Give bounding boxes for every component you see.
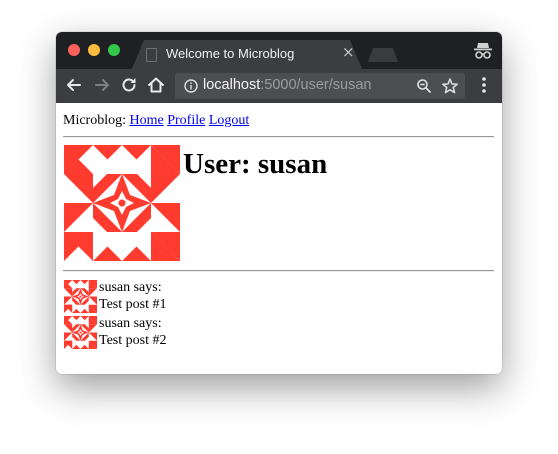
url-path: :5000/user/susan <box>260 77 372 93</box>
top-nav: Microblog: Home Profile Logout <box>63 113 249 129</box>
tab-title: Welcome to Microblog <box>166 46 295 61</box>
user-avatar <box>64 145 180 261</box>
page-content: Microblog: Home Profile Logout User: sus… <box>56 103 502 374</box>
maximize-window-button[interactable] <box>108 44 120 56</box>
browser-toolbar: localhost:5000/user/susan <box>56 69 502 103</box>
new-tab-button[interactable] <box>368 48 398 62</box>
address-bar[interactable]: localhost:5000/user/susan <box>175 73 465 99</box>
tab-close-icon[interactable]: × <box>342 43 355 61</box>
post-avatar <box>64 280 97 313</box>
forward-icon[interactable] <box>91 74 113 96</box>
info-icon[interactable] <box>184 79 198 93</box>
divider <box>63 136 494 138</box>
post-avatar <box>64 316 97 349</box>
home-icon[interactable] <box>145 74 167 96</box>
page-title: User: susan <box>183 148 328 180</box>
post-author: susan says: <box>99 280 162 295</box>
divider <box>63 270 494 272</box>
post-body: Test post #2 <box>99 333 167 348</box>
post-body: Test post #1 <box>99 297 167 312</box>
url-host: localhost <box>203 77 261 93</box>
url-text[interactable]: localhost:5000/user/susan <box>203 77 371 93</box>
zoom-icon[interactable] <box>416 78 432 94</box>
reload-icon[interactable] <box>118 74 140 96</box>
title-bar: Welcome to Microblog × <box>56 32 502 69</box>
site-brand: Microblog: <box>63 113 126 128</box>
minimize-window-button[interactable] <box>88 44 100 56</box>
nav-link-home[interactable]: Home <box>130 113 164 128</box>
active-tab[interactable]: Welcome to Microblog × <box>132 40 362 69</box>
post-item: susan says: Test post #2 <box>64 315 484 349</box>
incognito-icon <box>474 43 492 59</box>
post-item: susan says: Test post #1 <box>64 279 484 313</box>
page-icon <box>146 48 157 62</box>
browser-window: Welcome to Microblog × localhost:5000/us… <box>56 32 502 374</box>
close-window-button[interactable] <box>68 44 80 56</box>
post-author: susan says: <box>99 316 162 331</box>
bookmark-star-icon[interactable] <box>441 77 459 95</box>
nav-link-logout[interactable]: Logout <box>209 113 249 128</box>
back-icon[interactable] <box>63 74 85 96</box>
menu-icon[interactable] <box>473 74 495 96</box>
nav-link-profile[interactable]: Profile <box>167 113 205 128</box>
